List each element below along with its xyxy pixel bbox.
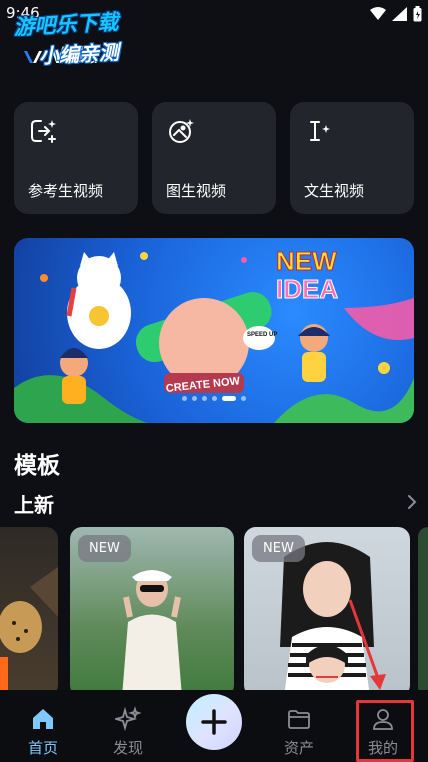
annotation-arrowhead	[370, 674, 386, 690]
annotation-overlay	[348, 599, 386, 690]
annotation-arrow	[348, 599, 380, 679]
annotation-highlight-box	[356, 700, 414, 762]
